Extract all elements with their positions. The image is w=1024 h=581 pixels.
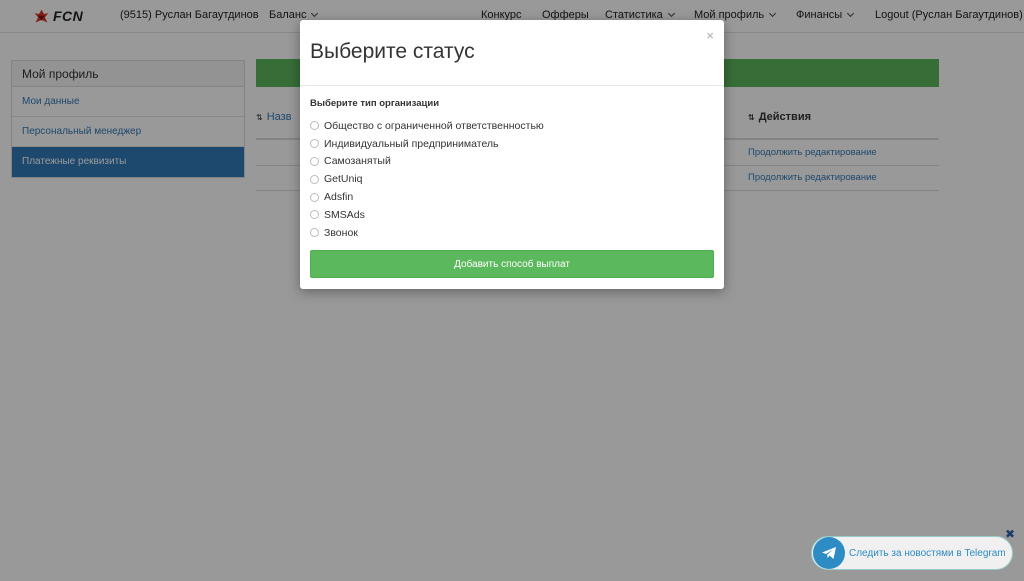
- radio-option-label: Общество с ограниченной ответственностью: [324, 119, 544, 132]
- radio-option-self-employed[interactable]: Самозанятый: [310, 153, 714, 171]
- radio-option-label: Звонок: [324, 226, 358, 239]
- radio-button[interactable]: [310, 156, 319, 166]
- radio-option-zvonok[interactable]: Звонок: [310, 224, 714, 242]
- radio-button[interactable]: [310, 174, 319, 184]
- radio-option-label: GetUniq: [324, 173, 363, 186]
- radio-option-label: Самозанятый: [324, 155, 391, 168]
- radio-option-label: Индивидуальный предприниматель: [324, 137, 499, 150]
- add-payout-method-button[interactable]: Добавить способ выплат: [310, 250, 714, 278]
- modal-title: Выберите статус: [310, 40, 475, 63]
- organization-type-label: Выберите тип организации: [310, 98, 440, 109]
- telegram-widget[interactable]: Следить за новостями в Telegram: [811, 536, 1013, 570]
- radio-button[interactable]: [310, 210, 319, 220]
- radio-option-smsads[interactable]: SMSAds: [310, 206, 714, 224]
- modal-header: Выберите статус ×: [300, 20, 724, 86]
- radio-option-label: SMSAds: [324, 208, 365, 221]
- radio-button[interactable]: [310, 228, 319, 238]
- radio-button[interactable]: [310, 139, 319, 149]
- status-modal: Выберите статус × Выберите тип организац…: [300, 20, 724, 289]
- radio-option-adsfin[interactable]: Adsfin: [310, 188, 714, 206]
- telegram-label: Следить за новостями в Telegram: [849, 547, 1006, 559]
- radio-option-label: Adsfin: [324, 191, 354, 204]
- telegram-icon: [813, 537, 845, 569]
- radio-button[interactable]: [310, 192, 319, 202]
- close-icon[interactable]: ×: [706, 28, 714, 43]
- radio-option-individual-entrepreneur[interactable]: Индивидуальный предприниматель: [310, 135, 714, 153]
- paper-plane-icon: [822, 547, 836, 559]
- radio-button[interactable]: [310, 121, 319, 131]
- radio-option-getuniq[interactable]: GetUniq: [310, 170, 714, 188]
- radio-option-llc[interactable]: Общество с ограниченной ответственностью: [310, 117, 714, 135]
- telegram-close-icon[interactable]: ✖: [1005, 527, 1015, 541]
- modal-body: Выберите тип организации Общество с огра…: [310, 98, 714, 242]
